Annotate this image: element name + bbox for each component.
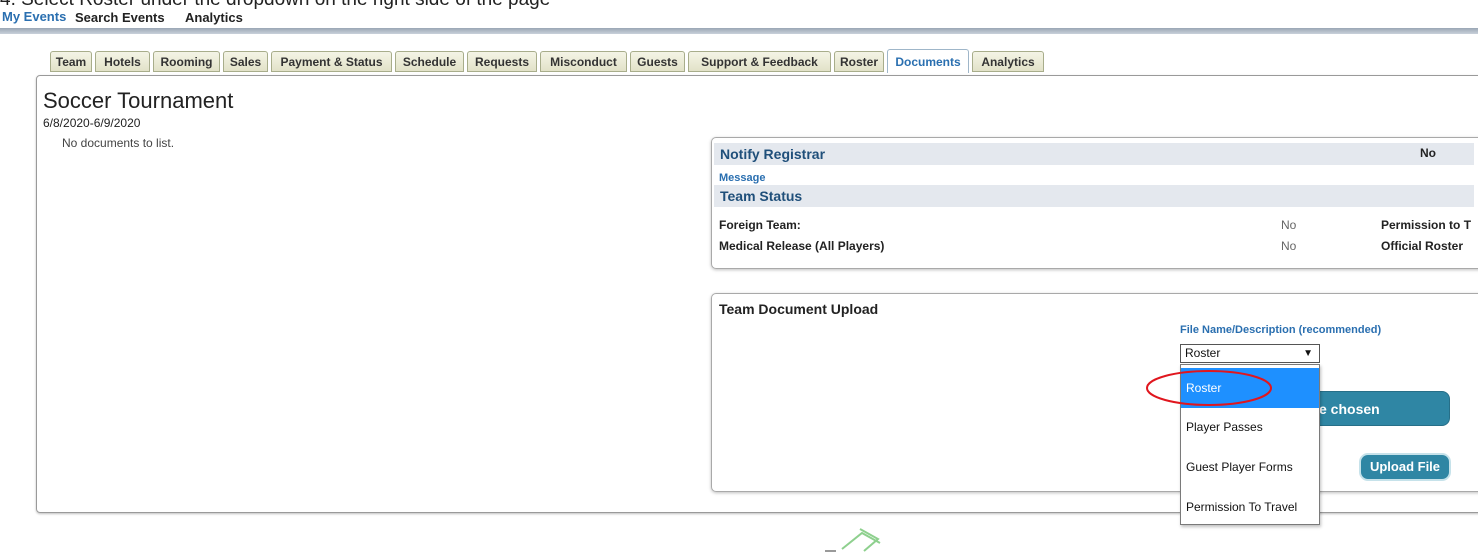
option-guest-player-forms[interactable]: Guest Player Forms (1181, 447, 1319, 487)
logo-icon (825, 528, 881, 552)
annotation-ellipse (1146, 370, 1272, 406)
choose-file-text: e chosen (1319, 401, 1380, 417)
upload-title: Team Document Upload (719, 301, 879, 317)
medical-release-label: Medical Release (All Players) (719, 239, 885, 253)
upload-file-button[interactable]: Upload File (1359, 453, 1451, 481)
option-player-passes[interactable]: Player Passes (1181, 407, 1319, 447)
event-dates: 6/8/2020-6/9/2020 (43, 116, 141, 130)
official-roster-label: Official Roster (1381, 239, 1464, 253)
notify-registrar-heading: Notify Registrar (714, 143, 1474, 165)
notify-registrar-label: Notify Registrar (720, 146, 826, 162)
tab-sales[interactable]: Sales (223, 51, 268, 72)
no-documents-text: No documents to list. (62, 136, 175, 150)
permission-to-travel-label: Permission to T (1381, 218, 1472, 232)
tab-payment-status[interactable]: Payment & Status (271, 51, 392, 72)
top-nav: My Events Search Events Analytics (0, 8, 1478, 28)
option-permission-to-travel[interactable]: Permission To Travel (1181, 487, 1319, 527)
tab-documents[interactable]: Documents (887, 49, 969, 73)
nav-my-events[interactable]: My Events (2, 9, 66, 24)
tab-guests[interactable]: Guests (630, 51, 685, 72)
tab-analytics[interactable]: Analytics (972, 51, 1044, 72)
nav-analytics[interactable]: Analytics (185, 10, 243, 25)
team-status-label: Team Status (720, 188, 803, 204)
tab-roster[interactable]: Roster (834, 51, 884, 72)
tab-hotels[interactable]: Hotels (95, 51, 150, 72)
tab-support-feedback[interactable]: Support & Feedback (688, 51, 831, 72)
notify-registrar-value: No (1420, 146, 1436, 160)
file-description-select[interactable]: Roster ▼ (1180, 344, 1320, 363)
team-status-heading: Team Status (714, 185, 1474, 207)
tab-schedule[interactable]: Schedule (395, 51, 464, 72)
top-nav-bar (0, 28, 1478, 34)
dropdown-arrow-icon: ▼ (1303, 348, 1313, 359)
select-value: Roster (1185, 346, 1221, 360)
tab-misconduct[interactable]: Misconduct (540, 51, 627, 72)
file-name-label: File Name/Description (recommended) (1180, 324, 1382, 336)
foreign-team-label: Foreign Team: (719, 218, 801, 232)
foreign-team-value: No (1281, 218, 1297, 232)
event-title: Soccer Tournament (43, 88, 234, 113)
tab-team[interactable]: Team (50, 51, 92, 72)
tab-rooming[interactable]: Rooming (153, 51, 220, 72)
tab-requests[interactable]: Requests (467, 51, 537, 72)
medical-release-value: No (1281, 239, 1297, 253)
message-link[interactable]: Message (719, 172, 765, 184)
nav-search-events[interactable]: Search Events (75, 10, 165, 25)
